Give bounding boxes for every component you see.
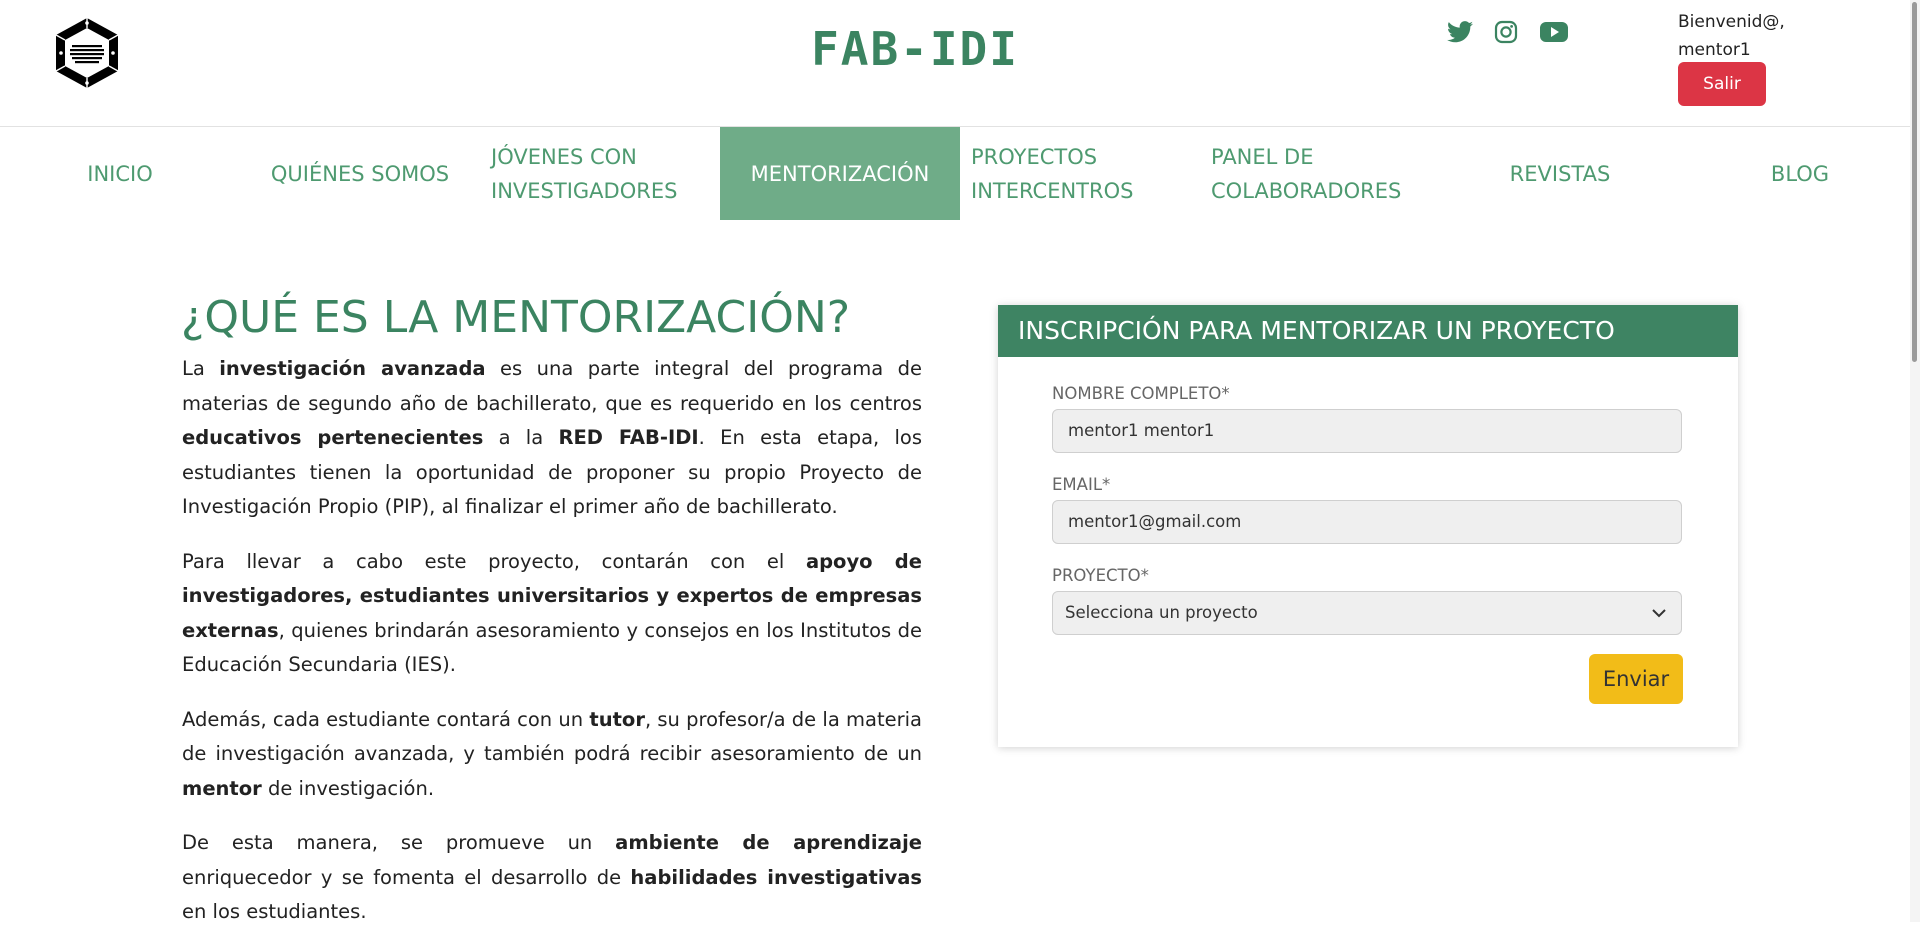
form-title: INSCRIPCIÓN PARA MENTORIZAR UN PROYECTO: [998, 305, 1738, 357]
logout-button[interactable]: Salir: [1678, 62, 1766, 106]
description-paragraph: Para llevar a cabo este proyecto, contar…: [182, 545, 922, 683]
email-label: EMAIL*: [1052, 475, 1111, 494]
description-paragraph: Además, cada estudiante contará con un t…: [182, 703, 922, 807]
bold-text: RED FAB-IDI: [558, 426, 699, 449]
email-input[interactable]: mentor1@gmail.com: [1052, 500, 1682, 544]
instagram-icon[interactable]: [1492, 18, 1520, 46]
nav-item-revistas[interactable]: REVISTAS: [1440, 127, 1680, 220]
mentorship-description: La investigación avanzada es una parte i…: [182, 352, 922, 950]
bold-text: educativos pertenecientes: [182, 426, 484, 449]
project-label: PROYECTO*: [1052, 566, 1149, 585]
paragraph-text: Para llevar a cabo este proyecto, contar…: [182, 549, 806, 573]
user-greeting: Bienvenid@, mentor1: [1678, 8, 1785, 64]
nav-item-panel-de-colaboradores[interactable]: PANEL DE COLABORADORES: [1211, 127, 1436, 220]
paragraph-text: , quienes brindarán asesoramiento y cons…: [182, 618, 922, 677]
chevron-down-icon: [1652, 609, 1666, 618]
mentor-signup-card: INSCRIPCIÓN PARA MENTORIZAR UN PROYECTO …: [998, 305, 1738, 747]
bold-text: tutor: [589, 707, 645, 731]
description-paragraph: La investigación avanzada es una parte i…: [182, 352, 922, 525]
paragraph-text: Además, cada estudiante contará con un: [182, 707, 590, 731]
page-scrollbar[interactable]: [1910, 0, 1920, 922]
nav-item-blog[interactable]: BLOG: [1680, 127, 1920, 220]
paragraph-text: De esta manera, se promueve un: [182, 831, 616, 854]
paragraph-text: de investigación.: [261, 776, 435, 800]
bold-text: investigación avanzada: [219, 357, 486, 380]
greeting-text: Bienvenid@,: [1678, 12, 1785, 32]
nav-item-inicio[interactable]: INICIO: [0, 127, 240, 220]
bold-text: mentor: [182, 776, 262, 800]
twitter-icon[interactable]: [1446, 18, 1474, 46]
paragraph-text: La: [182, 357, 220, 380]
site-header: FAB-IDI Bienvenid@, mentor1 Salir: [0, 0, 1918, 127]
paragraph-text: en los estudiantes.: [182, 900, 367, 923]
username-text: mentor1: [1678, 40, 1751, 60]
main-nav: INICIO QUIÉNES SOMOS JÓVENES CON INVESTI…: [0, 127, 1918, 220]
nav-item-jovenes-con-investigadores[interactable]: JÓVENES CON INVESTIGADORES: [491, 127, 716, 220]
paragraph-text: a la: [483, 426, 559, 449]
scrollbar-thumb[interactable]: [1912, 2, 1917, 362]
bold-text: ambiente de aprendizaje: [615, 831, 922, 854]
youtube-icon[interactable]: [1540, 18, 1568, 46]
full-name-input[interactable]: mentor1 mentor1: [1052, 409, 1682, 453]
project-select[interactable]: Selecciona un proyecto: [1052, 591, 1682, 635]
nav-item-proyectos-intercentros[interactable]: PROYECTOS INTERCENTROS: [971, 127, 1196, 220]
description-paragraph: De esta manera, se promueve un ambiente …: [182, 826, 922, 930]
name-label: NOMBRE COMPLETO*: [1052, 384, 1230, 403]
paragraph-text: enriquecedor y se fomenta el desarrollo …: [182, 865, 631, 889]
project-select-value: Selecciona un proyecto: [1065, 603, 1258, 622]
page-title: ¿QUÉ ES LA MENTORIZACIÓN?: [181, 292, 851, 343]
submit-button[interactable]: Enviar: [1589, 654, 1683, 704]
bold-text: habilidades investigativas: [630, 865, 922, 889]
nav-item-quienes-somos[interactable]: QUIÉNES SOMOS: [240, 127, 480, 220]
nav-item-mentorizacion[interactable]: MENTORIZACIÓN: [720, 127, 960, 220]
